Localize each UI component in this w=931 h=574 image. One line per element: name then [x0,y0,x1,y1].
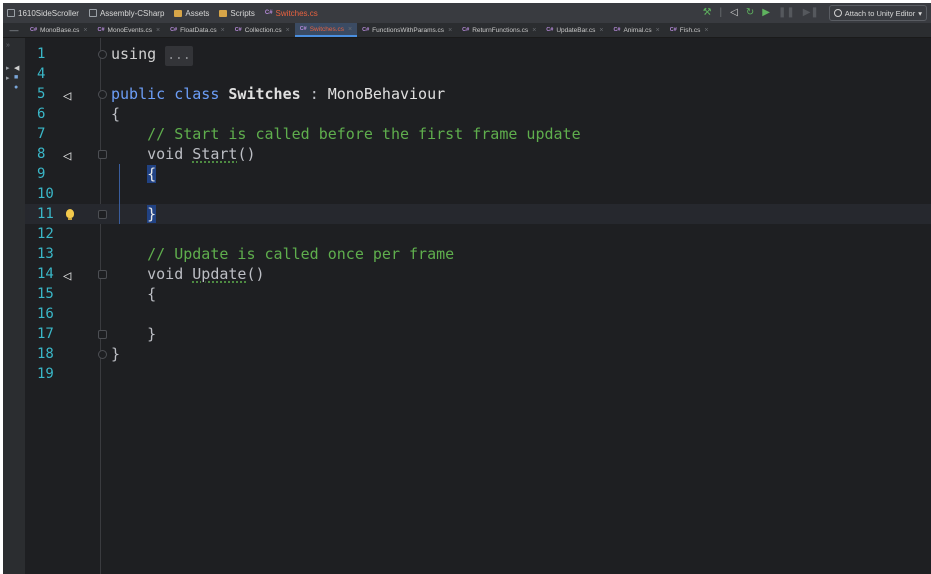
tab-switches[interactable]: C# Switches.cs × [294,23,358,37]
code-line: 19 [37,366,54,382]
unity-explorer-icon[interactable]: ◀ [14,64,19,72]
code-line: 16 [37,306,54,322]
tab-list-menu-icon[interactable]: — [3,23,25,37]
clock-icon [833,9,842,17]
code-editor[interactable]: 1 using ... 4 5 ◁ public class Switches … [25,38,931,574]
toolbar-divider: | [719,7,723,18]
fold-marker-icon[interactable] [98,150,107,159]
ide-window: 1610SideScroller Assembly-CSharp Assets … [0,0,931,574]
fold-marker-icon[interactable] [98,270,107,279]
tab-collection[interactable]: C# Collection.cs × [230,23,295,37]
close-icon[interactable]: × [83,27,87,34]
code-line: 9 { [37,164,157,184]
unity-gutter-icon[interactable]: ◁ [63,146,77,164]
close-icon[interactable]: × [599,27,603,34]
breadcrumb-project[interactable]: 1610SideScroller [7,9,79,18]
breadcrumb-scripts[interactable]: Scripts [219,9,255,18]
close-icon[interactable]: × [286,27,290,34]
code-line: 1 using ... [25,44,931,66]
toolbar: ⚒ | ◁ ↻ ▶ ❚❚ ▶❚ Attach to Unity Editor ▾ [699,3,931,23]
breadcrumb-assembly[interactable]: Assembly-CSharp [88,9,164,18]
code-line: 8 ◁ void Start() [37,145,256,164]
project-file-icon[interactable]: ● [14,84,18,91]
breadcrumb-assets[interactable]: Assets [174,9,209,18]
code-line: 17 } [37,325,157,343]
tab-fish[interactable]: C# Fish.cs × [665,23,714,37]
collapsed-region[interactable]: ... [165,46,193,66]
close-icon[interactable]: × [348,26,352,33]
expand-arrow-icon[interactable]: ▸ [6,74,10,82]
close-icon[interactable]: × [656,27,660,34]
tab-floatdata[interactable]: C# FloatData.cs × [165,23,230,37]
fold-marker-icon[interactable] [98,330,107,339]
refresh-icon[interactable]: ↻ [746,3,754,23]
code-line: 10 [25,184,931,204]
code-line: 18 } [37,345,121,363]
fold-marker-icon[interactable] [98,50,107,59]
unity-gutter-icon[interactable]: ◁ [63,266,77,284]
attach-to-unity-dropdown[interactable]: Attach to Unity Editor ▾ [828,5,927,21]
tab-returnfunctions[interactable]: C# ReturnFunctions.cs × [457,23,541,37]
pause-icon[interactable]: ❚❚ [778,3,795,23]
unity-logo-icon[interactable]: ◁ [730,3,738,23]
build-hammer-icon[interactable]: ⚒ [703,3,712,23]
fold-marker-icon[interactable] [98,350,107,359]
code-line: 5 ◁ public class Switches : MonoBehaviou… [37,85,446,104]
breadcrumb-file[interactable]: C# Switches.cs [265,9,318,18]
project-icon [7,9,15,17]
tab-functionswithparams[interactable]: C# FunctionsWithParams.cs × [357,23,457,37]
chevron-down-icon: ▾ [918,8,922,18]
code-line: 4 [37,66,46,82]
current-code-line: 11 } [25,204,931,224]
matched-brace: { [147,165,157,183]
tab-updatebar[interactable]: C# UpdateBar.cs × [541,23,608,37]
navigation-bar: 1610SideScroller Assembly-CSharp Assets … [3,3,931,23]
tab-animal[interactable]: C# Animal.cs × [608,23,664,37]
expand-arrow-icon[interactable]: ▸ [6,64,10,72]
close-icon[interactable]: × [448,27,452,34]
caret-indicator [119,184,120,204]
matched-brace: } [147,205,157,223]
code-line: 12 [37,226,54,242]
code-line: 7 // Start is called before the first fr… [37,125,581,143]
fold-marker-icon[interactable] [98,90,107,99]
code-line: 6 { [37,105,121,123]
solution-icon[interactable]: ■ [14,74,18,81]
fold-marker-icon[interactable] [98,210,107,219]
close-icon[interactable]: × [156,27,160,34]
play-icon[interactable]: ▶ [762,3,770,23]
tab-monoevents[interactable]: C# MonoEvents.cs × [93,23,166,37]
folder-icon [219,9,228,17]
unity-gutter-icon[interactable]: ◁ [63,86,77,104]
tool-strip: » ▸ ▸ ◀ ■ ● [3,38,25,574]
close-icon[interactable]: × [532,27,536,34]
editor-tab-bar: — C# MonoBase.cs × C# MonoEvents.cs × C# Floa… [3,23,931,38]
assembly-icon [88,9,97,17]
code-line: 13 // Update is called once per frame [37,245,455,263]
lightbulb-icon[interactable] [63,206,77,222]
close-icon[interactable]: × [704,27,708,34]
code-line: 15 { [37,285,157,303]
code-line: 14 ◁ void Update() [37,265,265,284]
csharp-file-icon: C# [264,10,273,16]
step-icon[interactable]: ▶❚ [803,3,819,23]
folder-icon [174,9,183,17]
close-icon[interactable]: × [221,27,225,34]
collapse-icon[interactable]: » [6,42,10,49]
tab-monobase[interactable]: C# MonoBase.cs × [25,23,93,37]
rider-frame: 1610SideScroller Assembly-CSharp Assets … [3,3,931,574]
